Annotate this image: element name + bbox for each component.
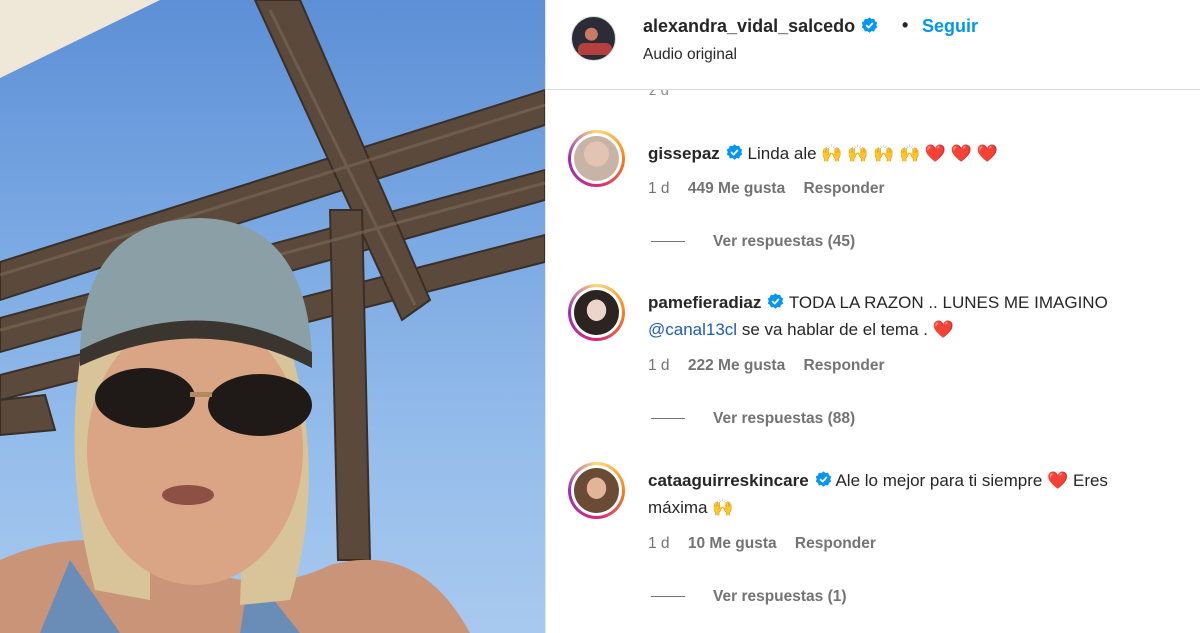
comment-time[interactable]: 1 d — [648, 535, 670, 552]
sunglass-right — [208, 374, 312, 436]
author-username[interactable]: alexandra_vidal_salcedo — [643, 16, 878, 37]
verified-badge-icon — [861, 17, 878, 33]
avatar[interactable] — [568, 462, 625, 519]
video-frame[interactable] — [0, 0, 545, 633]
comment-likes[interactable]: 222 Me gusta — [688, 357, 785, 374]
view-replies-label[interactable]: Ver respuestas (1) — [713, 588, 847, 605]
comment-text: pamefieradiaz TODA LA RAZON .. LUNES ME … — [648, 289, 1200, 343]
view-replies-button[interactable]: Ver respuestas (45) — [651, 233, 855, 251]
verified-badge-icon — [726, 144, 742, 160]
reply-button[interactable]: Responder — [795, 535, 876, 552]
replies-line — [651, 241, 685, 243]
audio-link[interactable]: Audio original — [643, 46, 737, 64]
wood-post — [328, 209, 372, 561]
canopy-fabric — [0, 0, 160, 78]
comment-likes[interactable]: 449 Me gusta — [688, 180, 785, 197]
view-replies-button[interactable]: Ver respuestas (88) — [651, 410, 855, 428]
sunglass-left — [95, 368, 195, 428]
replies-line — [651, 596, 685, 598]
comments-panel: z d alexandra_vidal_salcedo • Seguir Aud… — [546, 0, 1200, 633]
avatar[interactable] — [568, 284, 625, 341]
verified-badge-icon — [815, 471, 831, 487]
comment-username[interactable]: pamefieradiaz — [648, 293, 761, 312]
comment-text: cataaguirreskincare Ale lo mejor para ti… — [648, 467, 1200, 521]
comment-body-line1: Ale lo mejor para ti siempre ❤️ Eres — [835, 471, 1108, 490]
view-replies-label[interactable]: Ver respuestas (88) — [713, 410, 855, 427]
post-header: alexandra_vidal_salcedo • Seguir Audio o… — [546, 0, 1200, 90]
comment-meta: 1 d 10 Me gusta Responder — [648, 535, 890, 553]
video-illustration — [0, 0, 545, 633]
verified-badge-icon — [768, 293, 784, 309]
view-replies-button[interactable]: Ver respuestas (1) — [651, 588, 847, 606]
comment-body-line2: se va hablar de el tema . ❤️ — [737, 320, 954, 339]
header-divider — [546, 89, 1200, 90]
avatar[interactable] — [571, 16, 616, 61]
comment-text: gissepaz Linda ale 🙌 🙌 🙌 🙌 ❤️ ❤️ ❤️ — [648, 140, 1200, 167]
view-replies-label[interactable]: Ver respuestas (45) — [713, 233, 855, 250]
mention-link[interactable]: @canal13cl — [648, 320, 737, 339]
wood-beam-end — [0, 393, 57, 437]
reply-button[interactable]: Responder — [804, 357, 885, 374]
mouth — [162, 485, 214, 505]
comment-username[interactable]: gissepaz — [648, 144, 720, 163]
reply-button[interactable]: Responder — [804, 180, 885, 197]
comment-meta: 1 d 222 Me gusta Responder — [648, 357, 899, 375]
separator-dot: • — [902, 15, 909, 35]
avatar[interactable] — [568, 130, 625, 187]
comment-body: Linda ale 🙌 🙌 🙌 🙌 ❤️ ❤️ ❤️ — [747, 144, 998, 163]
comment-time[interactable]: 1 d — [648, 357, 670, 374]
comment-username[interactable]: cataaguirreskincare — [648, 471, 809, 490]
comment-likes[interactable]: 10 Me gusta — [688, 535, 777, 552]
comment-time[interactable]: 1 d — [648, 180, 670, 197]
face — [87, 315, 303, 585]
comment-body-line1: TODA LA RAZON .. LUNES ME IMAGINO — [788, 293, 1108, 312]
replies-line — [651, 418, 685, 420]
author-username-text[interactable]: alexandra_vidal_salcedo — [643, 16, 855, 36]
follow-button[interactable]: Seguir — [922, 16, 978, 37]
comment-meta: 1 d 449 Me gusta Responder — [648, 180, 899, 198]
comment-body-line2: máxima 🙌 — [648, 498, 734, 517]
